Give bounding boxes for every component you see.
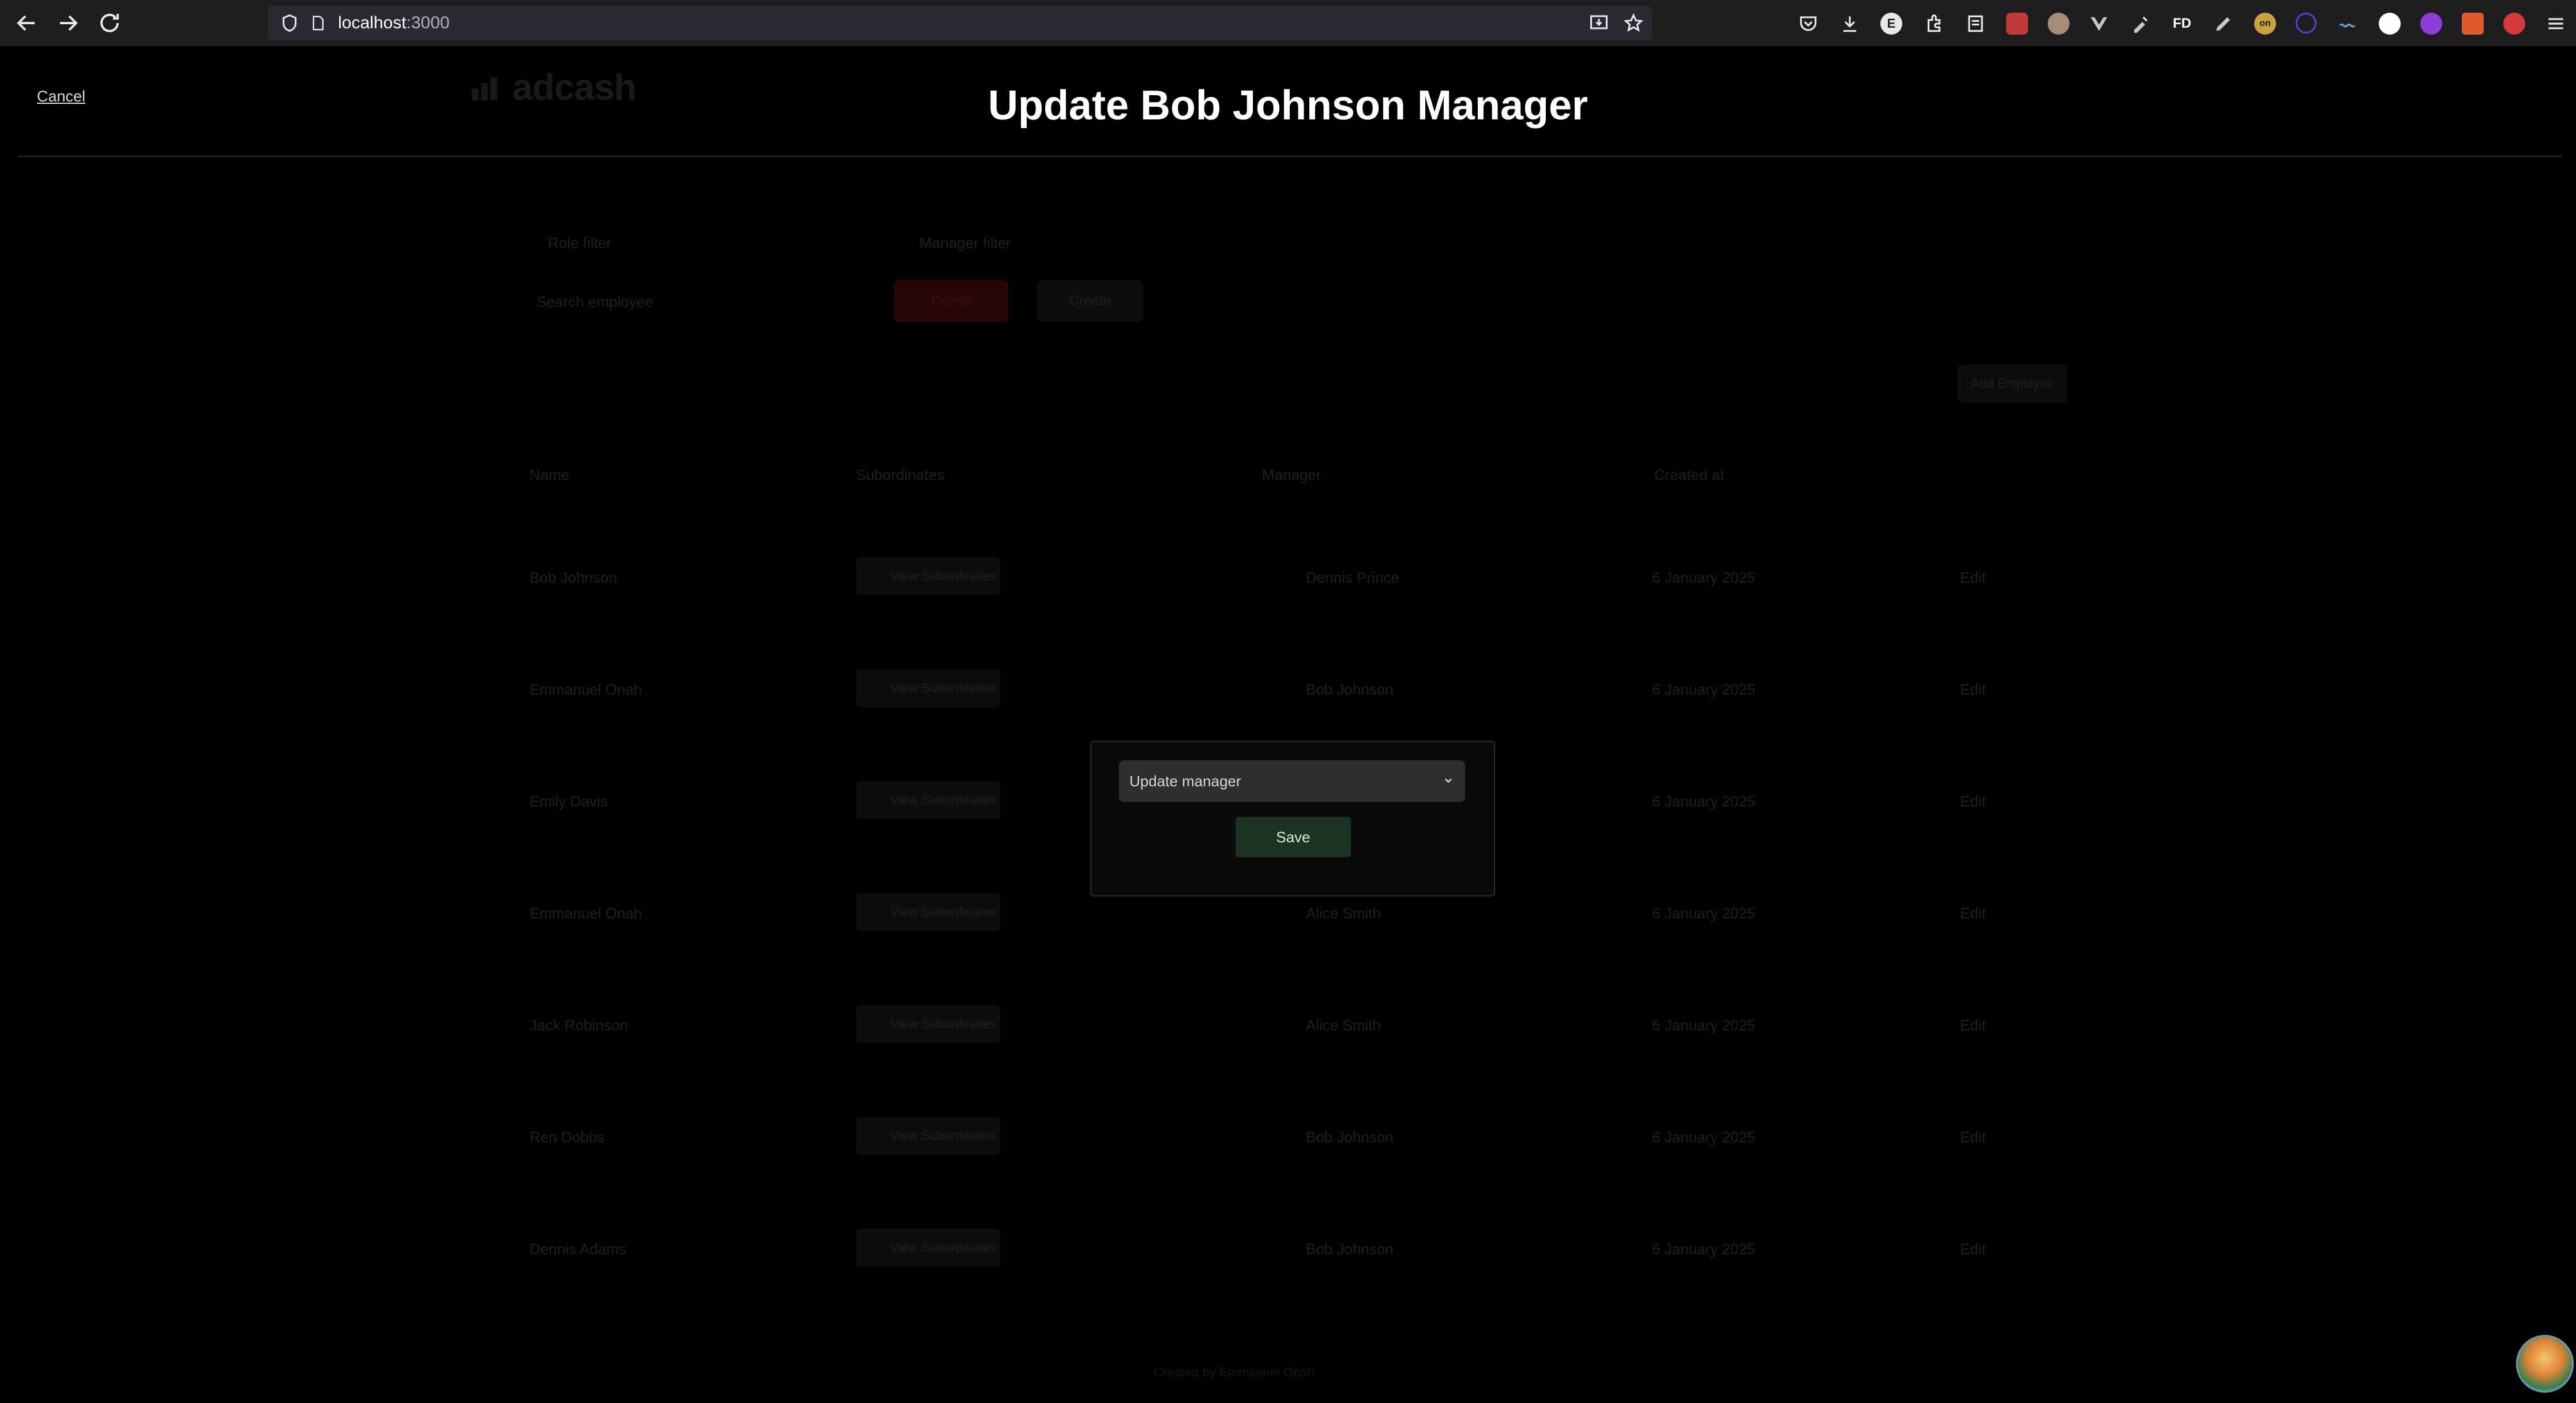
manager-select-value: Update manager [1129, 772, 1241, 790]
edit-link[interactable]: Edit [1960, 1240, 1986, 1258]
update-manager-modal: Update manager Save [1090, 741, 1495, 896]
face-extension-icon[interactable] [2048, 13, 2070, 35]
row-manager: Bob Johnson [1306, 681, 1394, 698]
url-text[interactable]: localhost:3000 [338, 13, 449, 33]
on-extension-icon[interactable]: on [2254, 13, 2276, 35]
url-port: :3000 [406, 13, 450, 32]
page-icon [313, 16, 324, 31]
view-subordinates-button[interactable]: View Subordinates [856, 669, 1000, 707]
bookmark-star-icon[interactable] [1623, 13, 1644, 33]
browser-toolbar: localhost:3000 E FD on [0, 0, 2576, 46]
footer-credit: Created by Emmanuel Onah [1154, 1365, 1315, 1379]
row-manager: Bob Johnson [1306, 1240, 1394, 1258]
hamburger-menu-icon[interactable] [2545, 13, 2567, 35]
row-name: Jack Robinson [530, 1016, 628, 1034]
floating-avatar-button[interactable] [2516, 1335, 2574, 1393]
forward-icon[interactable] [54, 9, 82, 37]
install-app-icon[interactable] [1589, 13, 1609, 33]
row-name: Emmanuel Onah [530, 905, 643, 922]
back-icon[interactable] [13, 9, 40, 37]
create-button[interactable]: Create [1037, 280, 1143, 322]
view-subordinates-label: View Subordinates [891, 681, 997, 695]
row-name: Dennis Adams [530, 1240, 626, 1258]
compass-extension-icon[interactable] [2379, 13, 2401, 35]
add-employee-button[interactable]: Add Employee [1958, 365, 2067, 403]
manager-select[interactable]: Update manager [1119, 760, 1465, 802]
pen-icon[interactable] [2213, 13, 2235, 35]
vue-devtools-icon[interactable] [2088, 13, 2110, 35]
save-button[interactable]: Save [1236, 817, 1351, 857]
row-name: Emmanuel Onah [530, 681, 643, 698]
color-picker-icon[interactable] [2130, 13, 2151, 35]
view-subordinates-label: View Subordinates [891, 793, 997, 807]
delete-button[interactable]: Delete [894, 280, 1008, 322]
downloads-icon[interactable] [1839, 13, 1861, 35]
extensions-puzzle-icon[interactable] [1923, 13, 1945, 35]
column-header: Created at [1654, 466, 1725, 483]
filter-label: Manager filter [919, 234, 1011, 252]
row-manager: Alice Smith [1306, 905, 1381, 922]
view-subordinates-button[interactable]: View Subordinates [856, 1117, 1000, 1155]
view-subordinates-button[interactable]: View Subordinates [856, 1229, 1000, 1267]
view-subordinates-button[interactable]: View Subordinates [856, 1005, 1000, 1043]
row-created: 6 January 2025 [1652, 681, 1756, 698]
row-created: 6 January 2025 [1652, 1016, 1756, 1034]
edit-link[interactable]: Edit [1960, 1016, 1986, 1034]
reload-icon[interactable] [96, 9, 123, 37]
shield-icon[interactable] [279, 13, 300, 33]
title-divider [18, 156, 2562, 157]
row-created: 6 January 2025 [1652, 905, 1756, 922]
edit-link[interactable]: Edit [1960, 793, 1986, 811]
row-created: 6 January 2025 [1652, 1240, 1756, 1258]
row-manager: Bob Johnson [1306, 1128, 1394, 1146]
purple-extension-icon[interactable] [2420, 13, 2442, 35]
row-name: Ren Dobbs [530, 1128, 605, 1146]
view-subordinates-button[interactable]: View Subordinates [856, 781, 1000, 819]
row-created: 6 January 2025 [1652, 1128, 1756, 1146]
column-header: Manager [1262, 466, 1321, 483]
view-subordinates-button[interactable]: View Subordinates [856, 893, 1000, 931]
view-subordinates-label: View Subordinates [891, 905, 997, 919]
delete-button-label: Delete [931, 293, 971, 309]
view-subordinates-label: View Subordinates [891, 1128, 997, 1143]
row-name: Bob Johnson [530, 569, 617, 586]
view-subordinates-label: View Subordinates [891, 569, 997, 583]
red-extension-icon[interactable] [2006, 13, 2028, 35]
row-manager: Alice Smith [1306, 1016, 1381, 1034]
address-bar[interactable]: localhost:3000 [268, 6, 1652, 40]
page-content: Cancel adcash Update Bob Johnson Manager… [0, 46, 2576, 1403]
page-title: Update Bob Johnson Manager [987, 82, 1589, 129]
filter-label: Role filter [548, 234, 611, 252]
wave-extension-icon[interactable] [2337, 13, 2359, 35]
column-header: Name [530, 466, 570, 483]
row-name: Emily Davis [530, 793, 608, 810]
pocket-icon[interactable] [1797, 13, 1819, 35]
url-host: localhost [338, 13, 407, 32]
view-subordinates-label: View Subordinates [891, 1016, 997, 1031]
chevron-down-icon [1445, 778, 1452, 783]
view-subordinates-button[interactable]: View Subordinates [856, 557, 1000, 595]
add-employee-label: Add Employee [1971, 376, 2054, 391]
edit-link[interactable]: Edit [1960, 681, 1986, 699]
orange-extension-icon[interactable] [2462, 13, 2484, 35]
row-created: 6 January 2025 [1652, 793, 1756, 810]
edit-link[interactable]: Edit [1960, 1128, 1986, 1146]
create-button-label: Create [1069, 293, 1111, 309]
edit-link[interactable]: Edit [1960, 905, 1986, 922]
edit-link[interactable]: Edit [1960, 569, 1986, 587]
red-shield-extension-icon[interactable] [2503, 13, 2525, 35]
fd-extension-icon[interactable]: FD [2171, 13, 2193, 35]
circle-extension-icon[interactable] [2296, 13, 2316, 33]
search-input[interactable]: Search employee [536, 293, 653, 311]
row-created: 6 January 2025 [1652, 569, 1756, 586]
view-subordinates-label: View Subordinates [891, 1240, 997, 1255]
row-manager: Dennis Prince [1306, 569, 1399, 586]
column-header: Subordinates [856, 466, 945, 483]
extension-e-icon[interactable]: E [1880, 13, 1902, 35]
notes-icon[interactable] [1965, 13, 1987, 35]
